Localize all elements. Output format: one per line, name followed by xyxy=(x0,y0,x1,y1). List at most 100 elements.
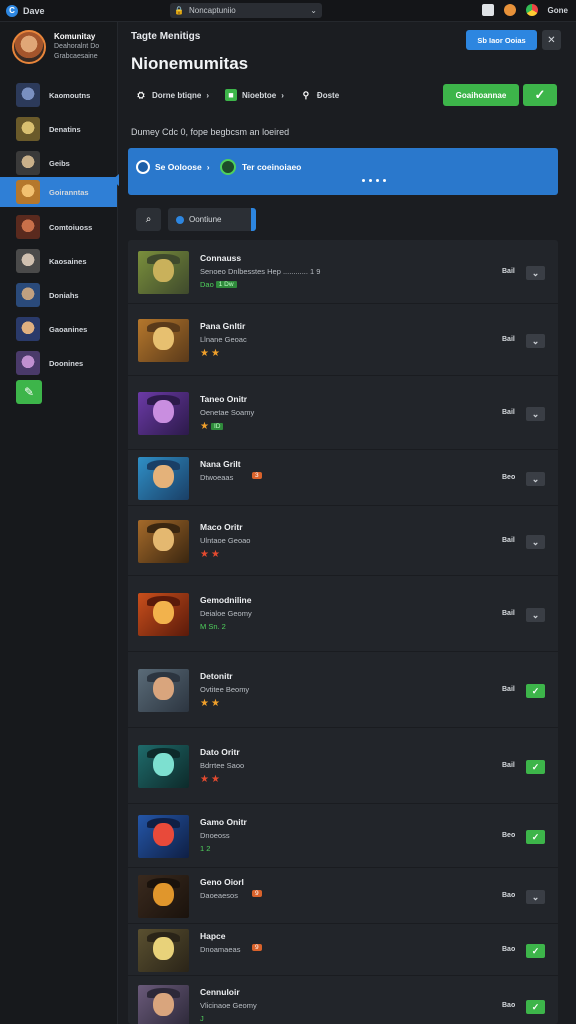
game-subtitle: Dnoeoss xyxy=(200,831,230,840)
sidebar-item-8[interactable]: Gaoanines xyxy=(0,314,117,344)
list-item[interactable]: Connauss Senoeo Dnlbesstes Hep ..........… xyxy=(128,240,558,304)
chevron-down-icon[interactable]: ⌄ xyxy=(526,608,545,622)
emoji-icon[interactable] xyxy=(503,4,516,16)
sidebar-item-label: Denatins xyxy=(49,124,81,134)
list-item[interactable]: Maco Oritr Ulntaoe Geoao ★ ★ Bail ⌄ xyxy=(128,506,558,576)
game-title[interactable]: Gemodniline xyxy=(200,595,251,605)
edit-button[interactable]: ✎ xyxy=(16,380,42,404)
sidebar-item-label: Doniahs xyxy=(49,290,79,300)
sidebar-item-3[interactable]: Geibs xyxy=(0,148,117,178)
game-thumbnail[interactable] xyxy=(138,457,189,500)
game-thumbnail[interactable] xyxy=(138,319,189,362)
game-avatar-8-icon xyxy=(16,317,40,341)
count-badge: 9 xyxy=(252,890,262,897)
primary-action-button[interactable]: Sb Iaor Ooias xyxy=(466,30,537,50)
banner-left-dropdown[interactable]: Se Ooloose › xyxy=(136,160,210,174)
profile[interactable]: Komunitay Deahoralnt Do Grabcaesaine xyxy=(12,30,99,64)
game-thumbnail[interactable] xyxy=(138,520,189,563)
carousel-dots[interactable] xyxy=(362,179,386,182)
search-icon: ⌕ xyxy=(145,214,152,225)
game-thumbnail[interactable] xyxy=(138,815,189,858)
tab-icon[interactable] xyxy=(481,4,494,16)
confirm-button[interactable]: ✓ xyxy=(523,84,557,106)
list-item[interactable]: Dato Oritr Bdrrtee Saoo ★ ★ Bail ✓ xyxy=(128,728,558,804)
main-content: Tagte Menitigs Nionemumitas Sb Iaor Ooia… xyxy=(118,22,576,1024)
sidebar-item-9[interactable]: Doonines xyxy=(0,348,117,378)
game-title[interactable]: Hapce xyxy=(200,931,226,941)
sidebar-item-5[interactable]: Comtoiuoss xyxy=(0,212,117,242)
chevron-down-icon[interactable]: ⌄ xyxy=(526,472,545,486)
check-icon[interactable]: ✓ xyxy=(526,944,545,958)
close-button[interactable]: ✕ xyxy=(542,30,561,50)
green-action-button[interactable]: Goaihoannae xyxy=(443,84,519,106)
tag-icon: ■ xyxy=(225,89,238,101)
chevron-down-icon[interactable]: ⌄ xyxy=(526,334,545,348)
game-subtitle: Llnane Geoac xyxy=(200,335,247,344)
game-subtitle: Senoeo Dnlbesstes Hep ............ 1 9 xyxy=(200,267,321,276)
sidebar-item-6[interactable]: Kaosaines xyxy=(0,246,117,276)
address-bar[interactable]: 🔒 Noncaptuniio ⌄ xyxy=(170,3,322,18)
search-button[interactable]: ⌕ xyxy=(136,208,161,231)
star-icon: ★ xyxy=(200,348,209,359)
list-item[interactable]: Geno Oiorl Daoeaesos 9 Bao ⌄ xyxy=(128,868,558,924)
game-thumbnail[interactable] xyxy=(138,985,189,1024)
game-meta-text: M Sn. 2 xyxy=(200,622,226,631)
chevron-down-icon[interactable]: ⌄ xyxy=(526,407,545,421)
sidebar-item-7[interactable]: Doniahs xyxy=(0,280,117,310)
game-title[interactable]: Nana Grilt xyxy=(200,459,241,469)
game-title[interactable]: Gamo Onitr xyxy=(200,817,247,827)
game-title[interactable]: Taneo Onitr xyxy=(200,394,247,404)
sidebar-item-1[interactable]: Kaomoutns xyxy=(0,80,117,110)
game-thumbnail[interactable] xyxy=(138,392,189,435)
status-label: Bail xyxy=(502,268,515,275)
game-title[interactable]: Maco Oritr xyxy=(200,522,243,532)
game-title[interactable]: Connauss xyxy=(200,253,241,263)
chevron-down-icon[interactable]: ⌄ xyxy=(310,6,317,15)
banner-right-link[interactable]: Ter coeinoiaeo xyxy=(220,159,301,175)
game-thumbnail[interactable] xyxy=(138,929,189,972)
profile-name: Komunitay xyxy=(54,32,96,41)
game-title[interactable]: Detonitr xyxy=(200,671,233,681)
chevron-down-icon: › xyxy=(206,90,210,100)
game-title[interactable]: Dato Oritr xyxy=(200,747,240,757)
top-right-label[interactable]: Gone xyxy=(548,6,568,15)
game-title[interactable]: Cennuloir xyxy=(200,987,240,997)
check-icon[interactable]: ✓ xyxy=(526,1000,545,1014)
check-icon[interactable]: ✓ xyxy=(526,760,545,774)
game-thumbnail[interactable] xyxy=(138,669,189,712)
game-thumbnail[interactable] xyxy=(138,593,189,636)
chevron-down-icon[interactable]: ⌄ xyxy=(526,266,545,280)
game-thumbnail[interactable] xyxy=(138,745,189,788)
chevron-down-icon[interactable]: ⌄ xyxy=(526,890,545,904)
list-item[interactable]: Gemodniline Deialoe Geomy M Sn. 2 Bail ⌄ xyxy=(128,576,558,652)
filter-user[interactable]: ⚲ Ðoste xyxy=(300,89,340,101)
game-title[interactable]: Pana Gnltir xyxy=(200,321,245,331)
filter-controller[interactable]: ⛭ Dorne btiqne › xyxy=(135,89,209,101)
sidebar-item-2[interactable]: Denatins xyxy=(0,114,117,144)
banner-right-label: Ter coeinoiaeo xyxy=(242,162,302,172)
game-thumbnail[interactable] xyxy=(138,251,189,294)
list-item[interactable]: Pana Gnltir Llnane Geoac ★ ★ Bail ⌄ xyxy=(128,304,558,376)
profile-line-2: Grabcaesaine xyxy=(54,53,98,60)
list-item[interactable]: Hapce Dnoamaeas 9 Bao ✓ xyxy=(128,924,558,976)
status-label: Bail xyxy=(502,336,515,343)
browser-icon[interactable] xyxy=(525,4,538,16)
game-thumbnail[interactable] xyxy=(138,875,189,918)
list-item[interactable]: Taneo Onitr Oenetae Soamy ★ ID Bail ⌄ xyxy=(128,376,558,450)
avatar[interactable] xyxy=(12,30,46,64)
game-meta: J xyxy=(200,1014,204,1023)
brand-logo-icon[interactable]: C xyxy=(6,4,18,17)
list-item[interactable]: Nana Grilt Dtwoeaas 3 Beo ⌄ xyxy=(128,450,558,506)
game-avatar-1-icon xyxy=(16,83,40,107)
chevron-down-icon[interactable]: ⌄ xyxy=(526,535,545,549)
check-icon[interactable]: ✓ xyxy=(526,830,545,844)
list-item[interactable]: Detonitr Ovtitee Beomy ★ ★ Bail ✓ xyxy=(128,652,558,728)
check-icon[interactable]: ✓ xyxy=(526,684,545,698)
filter-toggle[interactable]: Oontiune xyxy=(168,208,256,231)
sidebar-item-4[interactable]: Goiranntas xyxy=(0,177,117,207)
filter-tag[interactable]: ■ Nioebtoe › xyxy=(225,89,284,101)
game-title[interactable]: Geno Oiorl xyxy=(200,877,244,887)
list-item[interactable]: Gamo Onitr Dnoeoss 1 2 Beo ✓ xyxy=(128,804,558,868)
list-item[interactable]: Cennuloir Vlicinaoe Geomy J Bao ✓ xyxy=(128,976,558,1024)
sidebar-item-label: Gaoanines xyxy=(49,324,88,334)
